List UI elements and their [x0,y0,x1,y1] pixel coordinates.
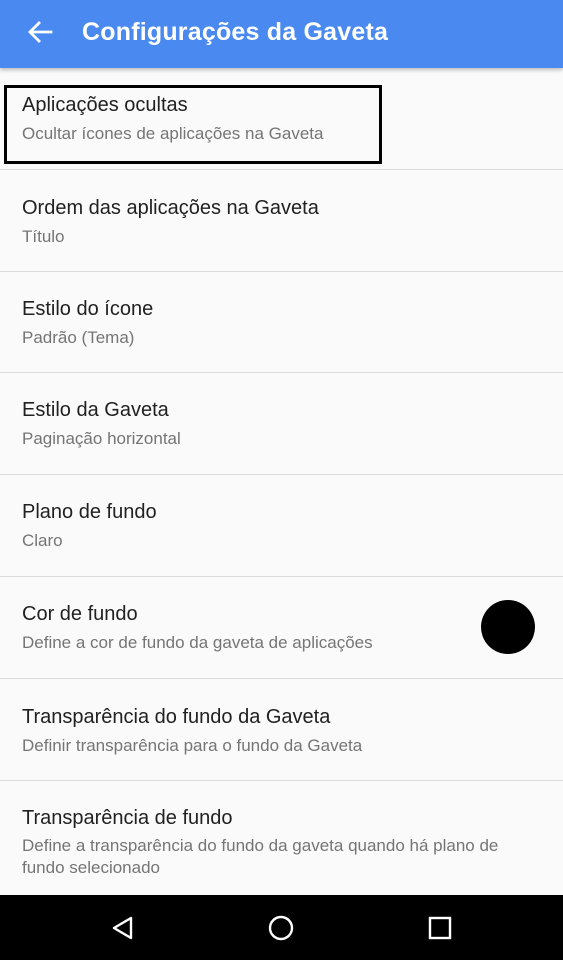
setting-subtitle: Ocultar ícones de aplicações na Gaveta [22,124,324,143]
home-circle-icon [268,915,294,941]
arrow-back-icon [28,21,53,43]
setting-title: Aplicações ocultas [22,94,188,116]
setting-subtitle: Título [22,227,65,246]
setting-drawer-transparency[interactable]: Transparência do fundo da Gaveta Definir… [0,679,563,781]
color-swatch[interactable] [481,600,535,654]
setting-app-order[interactable]: Ordem das aplicações na Gaveta Título [0,170,563,272]
app-bar: Configurações da Gaveta [0,0,563,68]
page-title: Configurações da Gaveta [82,18,389,46]
setting-background-transparency[interactable]: Transparência de fundo Define a transpar… [0,781,563,895]
setting-subtitle: Define a transparência do fundo da gavet… [22,836,499,877]
setting-icon-style[interactable]: Estilo do ícone Padrão (Tema) [0,272,563,373]
setting-title: Estilo do ícone [22,298,154,320]
back-button[interactable] [20,14,60,50]
setting-drawer-style[interactable]: Estilo da Gaveta Paginação horizontal [0,373,563,475]
settings-list: Aplicações ocultas Ocultar ícones de apl… [0,68,563,895]
setting-subtitle: Definir transparência para o fundo da Ga… [22,736,363,755]
navigation-bar [0,895,563,960]
setting-background-color[interactable]: Cor de fundo Define a cor de fundo da ga… [0,577,563,679]
setting-subtitle: Padrão (Tema) [22,328,135,347]
setting-subtitle: Paginação horizontal [22,429,181,448]
back-triangle-icon [112,916,133,940]
setting-title: Transparência de fundo [22,807,233,829]
setting-subtitle: Claro [22,531,63,550]
setting-title: Cor de fundo [22,603,138,625]
setting-title: Estilo da Gaveta [22,399,169,421]
setting-title: Ordem das aplicações na Gaveta [22,197,319,219]
setting-hidden-apps[interactable]: Aplicações ocultas Ocultar ícones de apl… [0,68,563,170]
setting-background[interactable]: Plano de fundo Claro [0,475,563,577]
setting-subtitle: Define a cor de fundo da gaveta de aplic… [22,633,373,652]
setting-title: Transparência do fundo da Gaveta [22,706,331,728]
setting-title: Plano de fundo [22,501,157,523]
nav-home-button[interactable] [258,905,304,951]
recents-square-icon [428,916,452,940]
nav-back-button[interactable] [100,905,146,951]
nav-recents-button[interactable] [417,905,463,951]
